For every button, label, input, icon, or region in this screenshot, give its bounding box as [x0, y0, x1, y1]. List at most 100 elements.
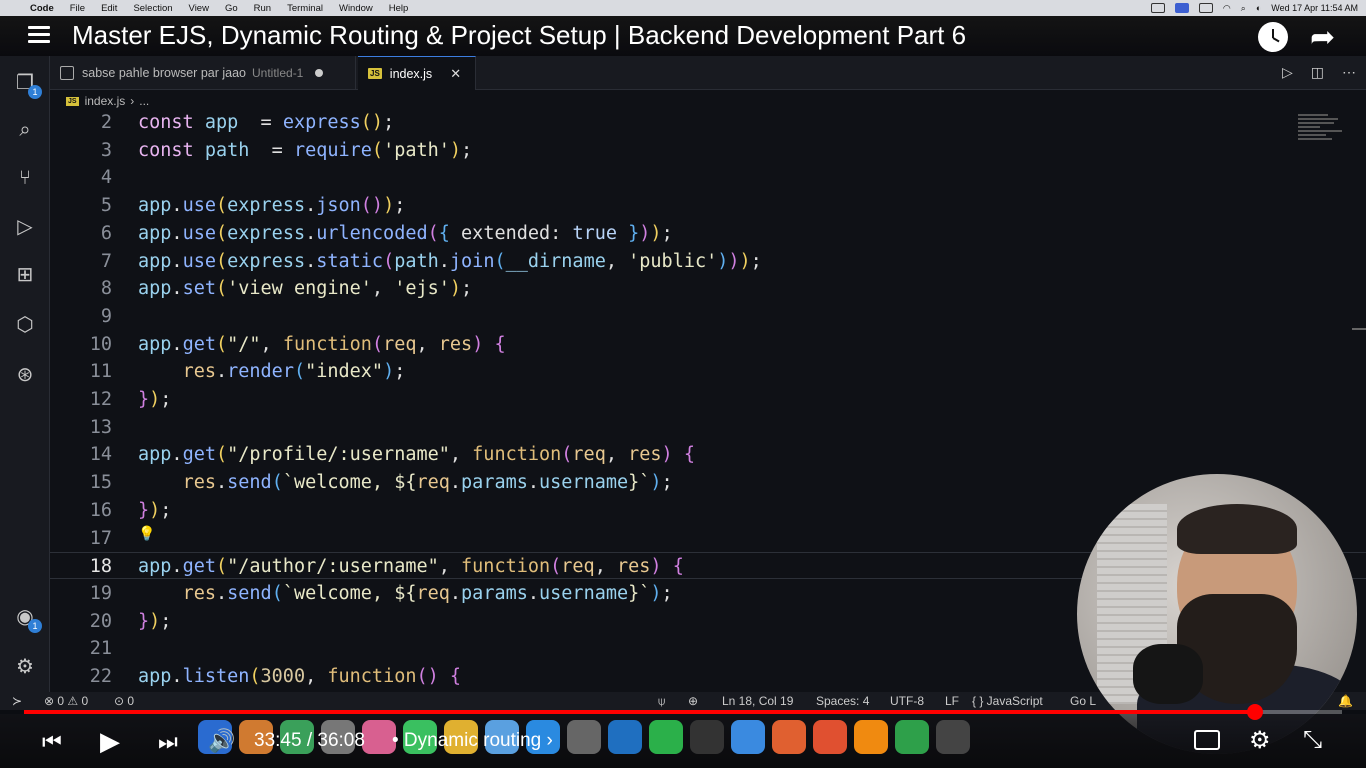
explorer-icon[interactable]: ❐ 1 [11, 68, 42, 99]
code-text[interactable]: }); [138, 497, 171, 524]
problems-indicator[interactable]: ⊗ 0 ⚠ 0 [44, 694, 88, 708]
breadcrumb-symbol[interactable]: ... [139, 94, 149, 108]
line-number[interactable]: 11 [50, 358, 112, 385]
language-mode[interactable]: { } JavaScript [972, 694, 1043, 708]
more-actions-icon[interactable]: ⋯ [1342, 64, 1356, 81]
github-app-icon[interactable] [690, 720, 724, 754]
code-line[interactable]: 13 [50, 414, 1366, 441]
chapter-title[interactable]: • Dynamic routing › [392, 730, 553, 752]
go-live-button[interactable]: Go L [1070, 694, 1096, 708]
code-line[interactable]: 8 app.set('view engine', 'ejs'); [50, 275, 1366, 302]
line-number[interactable]: 4 [50, 164, 112, 191]
code-line[interactable]: 14 app.get("/profile/:username", function… [50, 441, 1366, 468]
line-number[interactable]: 14 [50, 441, 112, 468]
code-text[interactable]: app.use(express.json()); [138, 192, 405, 219]
code-text[interactable]: app.get("/", function(req, res) { [138, 331, 506, 358]
wifi-icon[interactable]: ◠ [1223, 3, 1231, 14]
code-line[interactable]: 12}); [50, 386, 1366, 413]
video-title[interactable]: Master EJS, Dynamic Routing & Project Se… [72, 20, 966, 51]
design-app-icon[interactable] [772, 720, 806, 754]
menu-file[interactable]: File [70, 3, 85, 14]
cursor-position[interactable]: Ln 18, Col 19 [722, 694, 793, 708]
playlist-menu-icon[interactable] [28, 26, 50, 44]
code-text[interactable]: const app = express(); [138, 112, 394, 136]
ports-indicator[interactable]: ⊙ 0 [114, 694, 134, 708]
control-center-icon[interactable]: ◐ [1256, 3, 1261, 13]
exit-fullscreen-icon[interactable]: ⤡ [1303, 726, 1322, 754]
menu-edit[interactable]: Edit [101, 3, 117, 14]
code-text[interactable]: res.render("index"); [138, 358, 406, 385]
menu-help[interactable]: Help [389, 3, 409, 14]
close-tab-icon[interactable]: ✕ [450, 66, 461, 82]
video-progress-track[interactable] [24, 704, 1342, 720]
code-line[interactable]: 7 app.use(express.static(path.join(__dirn… [50, 248, 1366, 275]
brave-app-icon[interactable] [813, 720, 847, 754]
indentation[interactable]: Spaces: 4 [816, 694, 869, 708]
code-text[interactable]: app.get("/profile/:username", function(r… [138, 441, 695, 468]
vscode-app-icon[interactable] [608, 720, 642, 754]
source-control-icon[interactable]: ⑂ [11, 164, 39, 192]
photos-app-icon[interactable] [362, 720, 396, 754]
line-number[interactable]: 8 [50, 275, 112, 302]
line-number[interactable]: 17 [50, 525, 112, 552]
subtitles-icon[interactable] [1194, 730, 1220, 750]
accounts-icon[interactable]: ◉ 1 [11, 602, 42, 633]
screen-record-icon[interactable] [1150, 3, 1165, 13]
menu-selection[interactable]: Selection [133, 3, 172, 14]
line-number[interactable]: 15 [50, 469, 112, 496]
line-number[interactable]: 9 [50, 303, 112, 330]
whatsapp-app-icon[interactable] [649, 720, 683, 754]
menu-terminal[interactable]: Terminal [287, 3, 323, 14]
display-icon[interactable] [1174, 3, 1189, 13]
line-number[interactable]: 3 [50, 137, 112, 164]
code-text[interactable]: app.set('view engine', 'ejs'); [138, 275, 472, 302]
settings-gear-icon[interactable]: ⚙ [1249, 726, 1271, 755]
code-text[interactable]: }); [138, 386, 171, 413]
next-video-icon[interactable]: ⏭ [158, 729, 178, 755]
run-debug-icon[interactable]: ▷ [11, 212, 39, 240]
split-editor-icon[interactable]: ◫ [1311, 64, 1324, 81]
line-number[interactable]: 22 [50, 663, 112, 690]
code-line[interactable]: 4 [50, 164, 1366, 191]
line-number[interactable]: 2 [50, 112, 112, 136]
code-line[interactable]: 3 const path = require('path'); [50, 137, 1366, 164]
extensions-icon[interactable]: ⊞ [11, 260, 39, 288]
code-line[interactable]: 6 app.use(express.urlencoded({ extended: … [50, 220, 1366, 247]
line-number[interactable]: 5 [50, 192, 112, 219]
line-number[interactable]: 16 [50, 497, 112, 524]
live-share-icon[interactable]: ⍦ [658, 694, 665, 709]
code-text[interactable]: app.use(express.urlencoded({ extended: t… [138, 220, 673, 247]
line-number[interactable]: 6 [50, 220, 112, 247]
volume-icon[interactable]: 🔊 [208, 728, 235, 754]
line-number[interactable]: 7 [50, 248, 112, 275]
code-text[interactable]: const path = require('path'); [138, 137, 472, 164]
code-line[interactable]: 2 const app = express(); [50, 112, 1366, 136]
search-icon[interactable]: ⌕ [11, 116, 39, 144]
code-text[interactable]: app.get("/author/:username", function(re… [138, 553, 684, 580]
line-number[interactable]: 10 [50, 331, 112, 358]
code-text[interactable]: app.listen(3000, function() { [138, 663, 461, 690]
line-number[interactable]: 20 [50, 608, 112, 635]
obs-app-icon[interactable] [936, 720, 970, 754]
watch-later-icon[interactable] [1258, 22, 1288, 52]
menu-view[interactable]: View [189, 3, 209, 14]
share-icon[interactable]: ➦ [1310, 20, 1335, 55]
system-settings-icon[interactable] [567, 720, 601, 754]
settings-gear-icon[interactable]: ⚙ [11, 652, 39, 680]
remote-indicator-icon[interactable]: ≻ [0, 694, 34, 708]
previous-video-icon[interactable]: ⏮ [42, 729, 62, 755]
menu-app-name[interactable]: Code [30, 3, 54, 14]
safari-app-icon[interactable] [731, 720, 765, 754]
chrome-app-icon[interactable] [895, 720, 929, 754]
video-scrubber-knob[interactable] [1247, 704, 1263, 720]
code-line[interactable]: 5 app.use(express.json()); [50, 192, 1366, 219]
remote-explorer-icon[interactable]: ⬡ [11, 310, 39, 338]
code-text[interactable]: res.send(`welcome, ${req.params.username… [138, 580, 673, 607]
battery-icon[interactable] [1198, 3, 1213, 13]
line-number[interactable]: 12 [50, 386, 112, 413]
menu-go[interactable]: Go [225, 3, 238, 14]
git-graph-icon[interactable]: ⊛ [11, 360, 39, 388]
line-number[interactable]: 18 [50, 553, 112, 580]
code-line[interactable]: 10 app.get("/", function(req, res) { [50, 331, 1366, 358]
menu-window[interactable]: Window [339, 3, 373, 14]
